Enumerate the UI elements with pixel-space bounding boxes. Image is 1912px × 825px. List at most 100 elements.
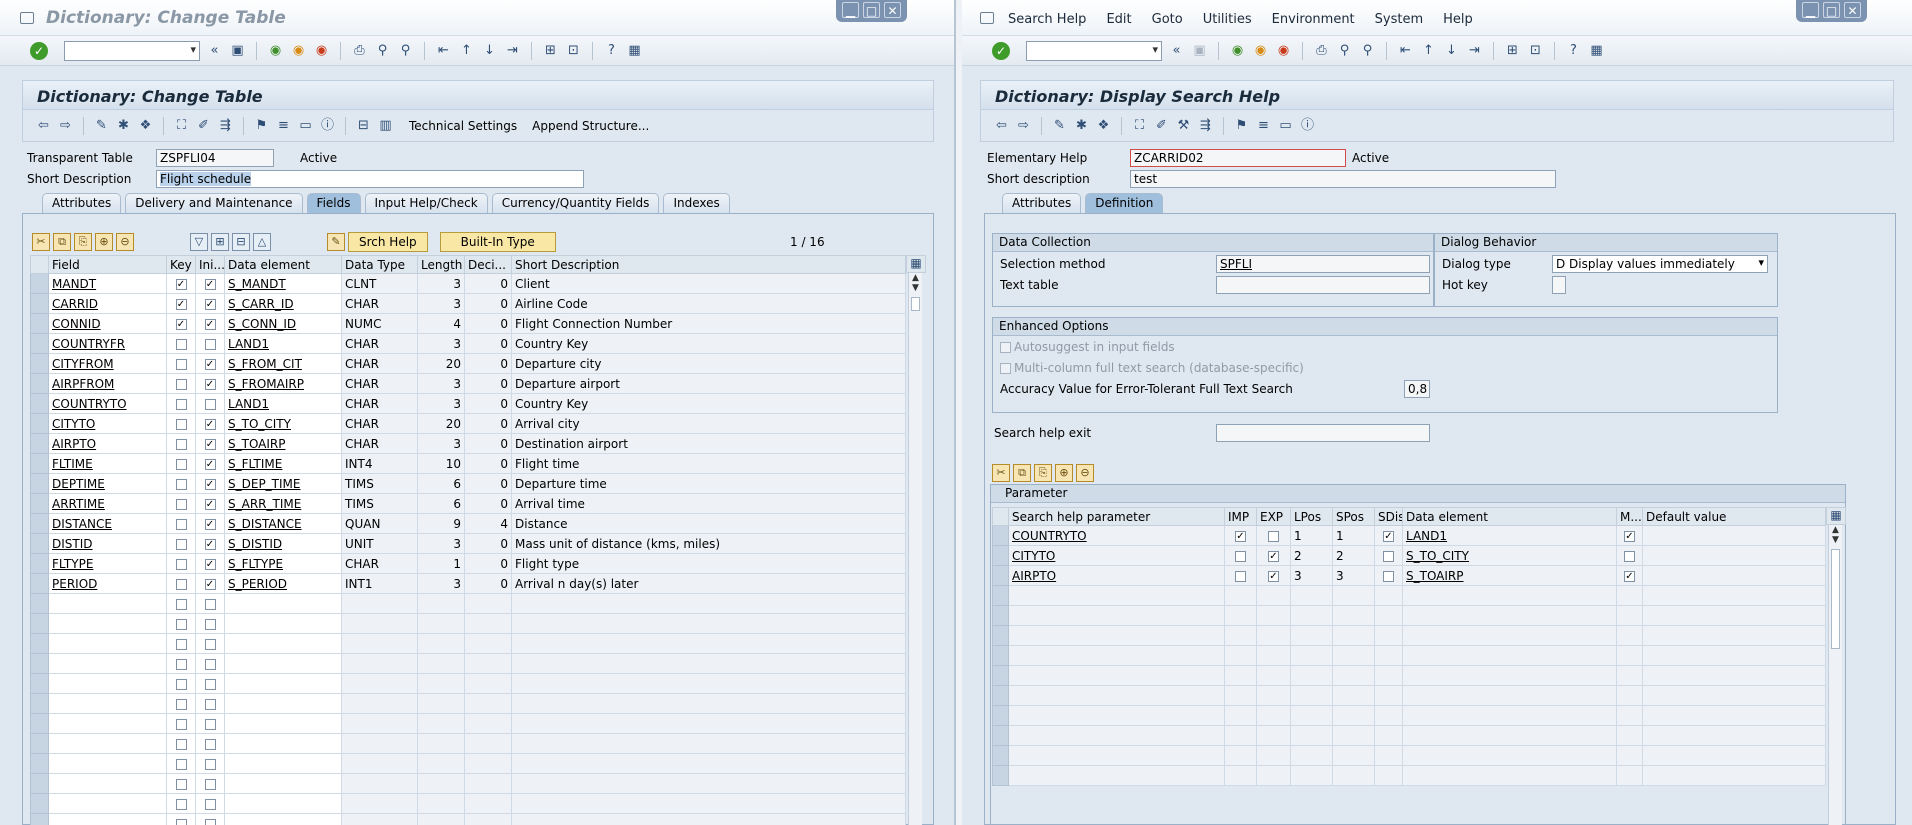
checkbox[interactable] [204,618,216,630]
data-element-cell[interactable] [224,733,342,754]
menu-utilities[interactable]: Utilities [1203,12,1252,27]
data-element-cell[interactable]: S_FROM_CIT [224,353,342,374]
row-selector[interactable] [30,813,49,825]
checkbox-cell[interactable] [166,713,196,734]
checkbox-cell[interactable] [166,473,196,494]
column-header-ini[interactable]: Ini... [195,255,225,274]
shortcut-icon[interactable]: ⊡ [1527,42,1544,59]
row-selector[interactable] [30,393,49,414]
activate-icon[interactable]: ❖ [137,117,154,134]
empty-row[interactable] [30,593,906,614]
empty-row[interactable] [30,653,906,674]
data-element-cell[interactable] [224,773,342,794]
checkbox[interactable] [204,818,216,825]
menu-system[interactable]: System [1375,12,1423,27]
checkbox-cell[interactable]: ✓ [1256,545,1291,566]
checkbox-cell[interactable] [166,413,196,434]
data-element-cell[interactable]: S_FROMAIRP [224,373,342,394]
append-structure-button[interactable]: Append Structure... [532,119,649,133]
row-selector[interactable] [30,713,49,734]
checkbox[interactable] [175,798,187,810]
checkbox[interactable] [175,438,187,450]
row-selector[interactable] [992,725,1009,746]
tab-fields[interactable]: Fields [306,193,361,213]
empty-row[interactable] [30,693,906,714]
find-icon[interactable]: ⚲ [1336,42,1353,59]
column-header-imp[interactable]: IMP [1224,507,1257,526]
field-name-cell[interactable]: AIRPTO [48,433,167,454]
checkbox[interactable] [204,398,216,410]
table-row[interactable]: FLTYPE ✓ S_FLTYPE CHAR 1 0 Flight type [30,553,906,574]
checkbox-cell[interactable]: ✓ [195,513,225,534]
checkbox-cell[interactable] [195,813,225,825]
checkbox[interactable] [204,598,216,610]
field-name-cell[interactable] [48,753,167,774]
checkbox[interactable] [204,678,216,690]
field-name-cell[interactable] [48,633,167,654]
checkbox[interactable] [204,798,216,810]
system-menu-icon[interactable] [20,12,34,24]
table-icon[interactable]: ▥ [377,117,394,134]
column-header-field[interactable]: Field [48,255,167,274]
field-name-cell[interactable]: CITYTO [48,413,167,434]
field-name-cell[interactable]: DEPTIME [48,473,167,494]
minimize-icon[interactable]: ▁ [842,2,859,18]
checkbox[interactable]: ✓ [175,278,187,290]
checkbox-cell[interactable] [166,633,196,654]
test-icon[interactable]: ⚒ [1175,117,1192,134]
checkbox-cell[interactable]: ✓ [166,273,196,294]
multicolumn-checkbox[interactable]: Multi-column full text search (database-… [1000,361,1304,375]
field-name-cell[interactable] [48,793,167,814]
row-selector[interactable] [992,605,1009,626]
layout-icon[interactable]: ▦ [1588,42,1605,59]
hierarchy-icon[interactable]: ⚑ [1233,117,1250,134]
table-row[interactable]: COUNTRYTO LAND1 CHAR 3 0 Country Key [30,393,906,414]
checkbox-cell[interactable] [166,333,196,354]
technical-settings-button[interactable]: Technical Settings [409,119,517,133]
tab-definition[interactable]: Definition [1085,193,1164,213]
parameter-name-cell[interactable]: AIRPTO [1008,565,1225,586]
checkbox-cell[interactable] [166,773,196,794]
back-arrow-icon[interactable]: ⇦ [35,117,52,134]
row-selector[interactable] [30,453,49,474]
maximize-icon[interactable]: □ [1823,2,1840,18]
checkbox[interactable]: ✓ [1624,570,1635,582]
checkbox-cell[interactable]: ✓ [195,493,225,514]
checkbox-cell[interactable]: ✓ [195,373,225,394]
table-row[interactable]: AIRPFROM ✓ S_FROMAIRP CHAR 3 0 Departure airpo… [30,373,906,394]
built-in-type-button[interactable]: Built-In Type [439,232,556,252]
command-field[interactable] [64,40,200,61]
close-icon[interactable]: ✕ [1844,2,1861,18]
tab-input-help-check[interactable]: Input Help/Check [364,193,488,213]
data-element-cell[interactable]: LAND1 [224,333,342,354]
tab-indexes[interactable]: Indexes [663,193,730,213]
row-selector[interactable] [992,705,1009,726]
column-header-lpos[interactable]: LPos [1290,507,1333,526]
field-name-cell[interactable]: CARRID [48,293,167,314]
checkbox-cell[interactable] [195,773,225,794]
table-name-field[interactable]: ZSPFLI04 [156,149,274,167]
checkbox[interactable]: ✓ [204,318,216,330]
empty-row[interactable] [30,773,906,794]
checkbox-cell[interactable] [166,513,196,534]
row-selector[interactable] [30,413,49,434]
row-selector[interactable] [992,645,1009,666]
checkbox[interactable] [175,658,187,670]
tab-attributes[interactable]: Attributes [42,193,122,213]
checkbox-cell[interactable]: ✓ [195,413,225,434]
checkbox[interactable]: ✓ [204,558,216,570]
scroll-down-icon[interactable]: ▼ [1829,535,1842,545]
selection-method-field[interactable]: SPFLI [1216,255,1430,273]
checkbox[interactable]: ✓ [1268,570,1279,582]
table-row[interactable]: CONNID ✓ ✓ S_CONN_ID NUMC 4 0 Flight Connection… [30,313,906,334]
checkbox-cell[interactable] [166,433,196,454]
print-icon[interactable]: ⎙ [351,42,368,59]
row-selector[interactable] [30,473,49,494]
checkbox[interactable] [204,338,216,350]
delete-row-icon[interactable]: ⊖ [116,233,134,251]
checkbox-cell[interactable] [166,533,196,554]
field-name-cell[interactable] [48,653,167,674]
data-element-cell[interactable]: LAND1 [1402,525,1617,546]
empty-row[interactable] [992,745,1826,766]
data-element-cell[interactable]: S_FLTIME [224,453,342,474]
